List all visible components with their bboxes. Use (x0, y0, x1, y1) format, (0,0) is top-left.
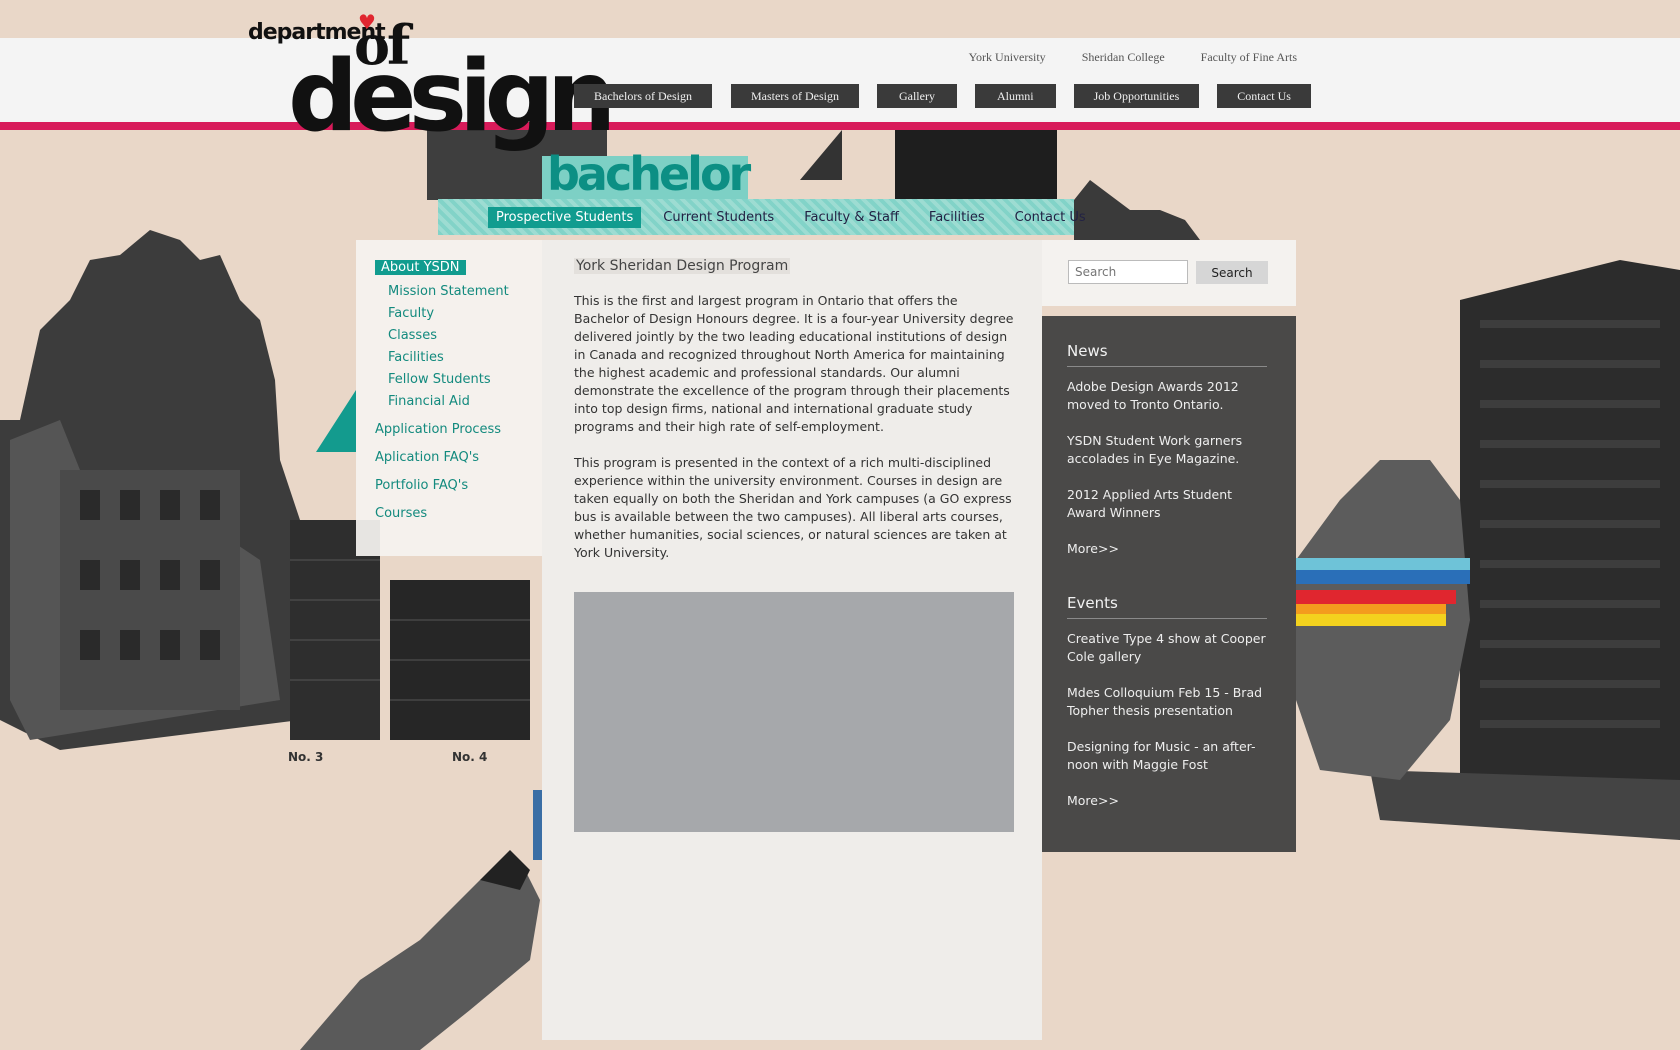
teal-triangle (316, 390, 356, 452)
nav-masters[interactable]: Masters of Design (730, 84, 859, 108)
link-sheridan-college[interactable]: Sheridan College (1082, 50, 1165, 65)
sidebar-item-about[interactable]: About YSDN (375, 260, 466, 275)
sidebar-item-application-faq[interactable]: Aplication FAQ's (375, 450, 479, 465)
nav-contact[interactable]: Contact Us (1217, 84, 1311, 108)
tab-contact-us[interactable]: Contact Us (1007, 207, 1094, 228)
sidebar-item-facilities[interactable]: Facilities (388, 350, 444, 365)
tab-prospective-students[interactable]: Prospective Students (488, 206, 642, 228)
skyscraper-image (1460, 260, 1680, 840)
news-heading: News (1067, 342, 1267, 367)
sidebar-item-faculty[interactable]: Faculty (388, 306, 434, 321)
label-no3: No. 3 (288, 750, 323, 764)
events-more-link[interactable]: More>> (1067, 792, 1272, 810)
sidebar-item-courses[interactable]: Courses (375, 506, 427, 521)
news-item[interactable]: YSDN Student Work garners accolades in E… (1067, 432, 1272, 468)
event-item[interactable]: Creative Type 4 show at Cooper Cole gall… (1067, 630, 1272, 666)
event-item[interactable]: Mdes Colloquium Feb 15 - Brad Topher the… (1067, 684, 1272, 720)
paragraph: This is the first and largest program in… (574, 293, 1014, 434)
search-area: Search (1042, 240, 1296, 306)
body-text: This is the first and largest program in… (574, 292, 1014, 580)
paragraph: This program is presented in the context… (574, 455, 1012, 560)
main-content: York Sheridan Design Program This is the… (542, 240, 1042, 1040)
search-input[interactable] (1068, 260, 1188, 284)
link-faculty-fine-arts[interactable]: Faculty of Fine Arts (1201, 50, 1297, 65)
sidebar-item-portfolio-faq[interactable]: Portfolio FAQ's (375, 478, 468, 493)
nav-alumni[interactable]: Alumni (974, 84, 1056, 108)
sidebar-item-financial-aid[interactable]: Financial Aid (388, 394, 470, 409)
news-item[interactable]: 2012 Applied Arts Student Award Winners (1067, 486, 1272, 522)
section-title: bachelor (547, 147, 751, 201)
news-events-panel: News Adobe Design Awards 2012 moved to T… (1042, 316, 1296, 852)
event-item[interactable]: Designing for Music - an after-noon with… (1067, 738, 1272, 774)
search-button[interactable]: Search (1196, 261, 1268, 284)
tab-current-students[interactable]: Current Students (655, 207, 782, 228)
page-title: York Sheridan Design Program (574, 258, 791, 274)
nav-gallery[interactable]: Gallery (876, 84, 957, 108)
nav-bachelors[interactable]: Bachelors of Design (574, 84, 712, 108)
nav-job-opportunities[interactable]: Job Opportunities (1073, 84, 1200, 108)
sidebar-item-application-process[interactable]: Application Process (375, 422, 501, 437)
news-item[interactable]: Adobe Design Awards 2012 moved to Tronto… (1067, 378, 1272, 414)
tab-facilities[interactable]: Facilities (921, 207, 993, 228)
link-york-university[interactable]: York University (969, 50, 1046, 65)
blue-jay-image (300, 860, 540, 1050)
sidebar-item-classes[interactable]: Classes (388, 328, 437, 343)
media-placeholder[interactable] (574, 592, 1014, 832)
news-more-link[interactable]: More>> (1067, 540, 1272, 558)
tab-faculty-staff[interactable]: Faculty & Staff (796, 207, 907, 228)
main-nav: Bachelors of Design Masters of Design Ga… (574, 84, 1311, 108)
logo-design: design (288, 40, 616, 154)
label-no4: No. 4 (452, 750, 487, 764)
rainbow-stripes (1296, 558, 1470, 570)
utility-links: York University Sheridan College Faculty… (969, 50, 1297, 65)
sub-nav: Prospective Students Current Students Fa… (438, 199, 1086, 235)
events-heading: Events (1067, 594, 1267, 619)
sidebar: About YSDN Mission Statement Faculty Cla… (356, 240, 542, 556)
site-logo[interactable]: department ♥ of design (246, 10, 616, 165)
sidebar-item-mission[interactable]: Mission Statement (388, 284, 509, 299)
sidebar-item-fellow-students[interactable]: Fellow Students (388, 372, 491, 387)
